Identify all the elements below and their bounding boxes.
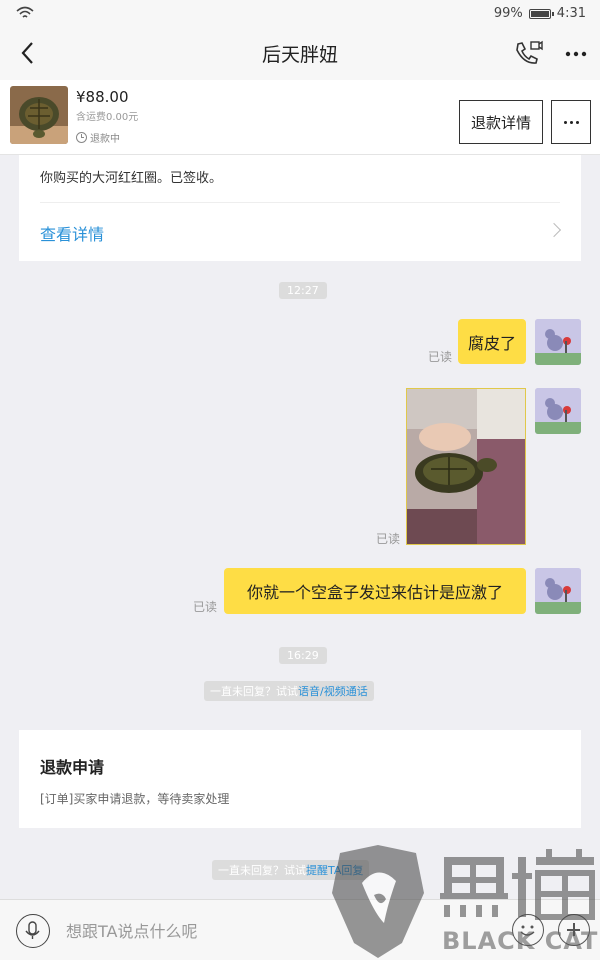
timestamp: 16:29: [279, 647, 327, 664]
avatar[interactable]: [535, 568, 581, 614]
refund-card-title: 退款申请: [40, 758, 105, 777]
order-card-text: 你购买的大河红红圈。已签收。: [40, 171, 223, 186]
system-notice-text: 一直未回复？试试: [218, 864, 306, 877]
wifi-icon: [16, 6, 34, 18]
status-right: 99% 4:31: [494, 6, 586, 21]
battery-percent: 99%: [493, 6, 523, 21]
read-receipt: 已读: [193, 600, 218, 614]
chevron-right-icon[interactable]: [546, 222, 562, 238]
phone-video-icon[interactable]: [512, 38, 544, 68]
refund-card[interactable]: 退款申请 [订单]买家申请退款，等待卖家处理: [19, 730, 581, 828]
message-bubble[interactable]: 你就一个空盒子发过来估计是应激了: [224, 568, 526, 614]
page-title: 后天胖妞: [261, 44, 338, 66]
input-bar: [0, 899, 600, 960]
divider: [40, 202, 560, 203]
more-dot: [569, 120, 573, 124]
avatar[interactable]: [535, 319, 581, 365]
shipping-fee: 含运费0.00元: [76, 112, 139, 123]
battery-icon: [528, 8, 554, 19]
plus-icon[interactable]: [558, 914, 590, 946]
product-more-button[interactable]: [551, 100, 591, 144]
refund-card-desc: [订单]买家申请退款，等待卖家处理: [40, 792, 230, 806]
message-bubble[interactable]: 腐皮了: [458, 319, 526, 364]
clock-time: 4:31: [556, 6, 586, 21]
avatar[interactable]: [535, 388, 581, 434]
nav-bar: 后天胖妞: [0, 28, 600, 80]
status-bar: 99% 4:31: [0, 0, 600, 28]
refund-details-button[interactable]: 退款详情: [459, 100, 543, 144]
order-card: 你购买的大河红红圈。已签收。 查看详情: [19, 155, 581, 261]
read-receipt: 已读: [428, 350, 453, 364]
voice-video-call-link[interactable]: 语音/视频通话: [298, 685, 368, 698]
product-bar: ¥88.00 含运费0.00元 退款中 退款详情: [0, 80, 600, 155]
system-notice: 一直未回复？试试提醒TA回复: [212, 860, 370, 880]
read-receipt: 已读: [376, 532, 401, 546]
more-dot: [575, 120, 579, 124]
view-details-link[interactable]: 查看详情: [40, 221, 104, 245]
clock-icon: [76, 132, 87, 143]
system-notice-text: 一直未回复？试试: [210, 685, 298, 698]
order-status-label: 退款中: [90, 134, 120, 145]
message-image[interactable]: [406, 388, 526, 545]
more-dot: [563, 120, 567, 124]
remind-reply-link[interactable]: 提醒TA回复: [306, 864, 363, 877]
product-price: ¥88.00: [76, 88, 129, 106]
more-icon[interactable]: [560, 38, 592, 68]
system-notice: 一直未回复？试试语音/视频通话: [204, 681, 374, 701]
timestamp: 12:27: [279, 282, 327, 299]
message-input[interactable]: [66, 914, 496, 948]
emoji-icon[interactable]: [512, 914, 544, 946]
order-status: 退款中: [76, 130, 120, 145]
battery-fill: [530, 10, 549, 17]
mic-icon[interactable]: [16, 914, 50, 948]
product-thumbnail[interactable]: [10, 86, 68, 144]
